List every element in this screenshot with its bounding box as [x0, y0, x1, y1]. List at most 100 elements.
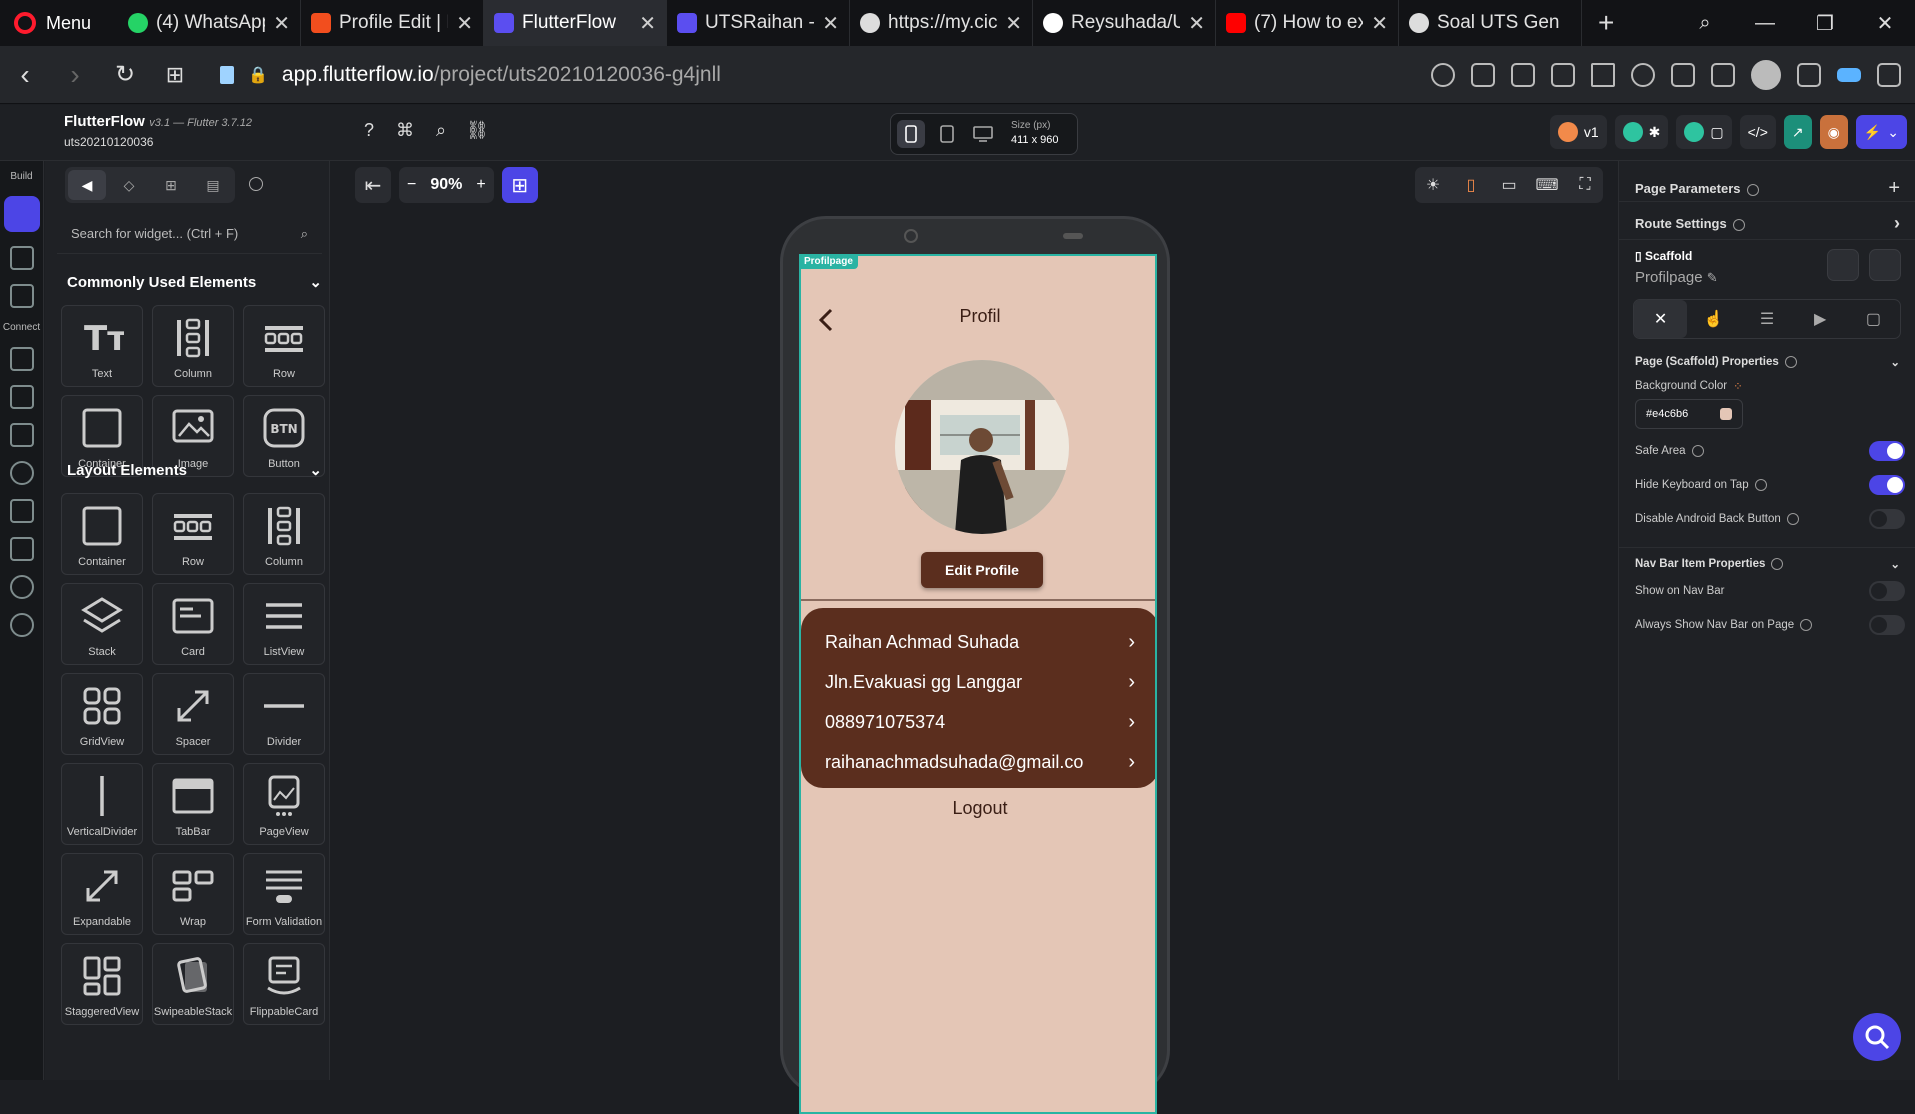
- search-tabs-icon[interactable]: ⌕: [1675, 12, 1735, 35]
- extension-icon[interactable]: [1671, 63, 1695, 87]
- shield-icon[interactable]: [1551, 63, 1575, 87]
- debug-button[interactable]: ✱: [1614, 115, 1669, 149]
- widget-tree-icon[interactable]: [9, 246, 34, 270]
- nav-bar-properties-header[interactable]: Nav Bar Item Properties ⌄: [1635, 557, 1900, 571]
- share-button[interactable]: ↗: [1783, 115, 1812, 149]
- firestore-icon[interactable]: [9, 347, 34, 371]
- desktop-device-icon[interactable]: [969, 120, 997, 148]
- link-icon[interactable]: ⛓: [466, 119, 489, 141]
- logout-button[interactable]: Logout: [801, 798, 1155, 819]
- tab-youtube[interactable]: (7) How to ex ✕: [1216, 0, 1399, 46]
- close-icon[interactable]: ✕: [1371, 11, 1388, 36]
- api-calls-icon[interactable]: [9, 385, 34, 409]
- clipboard-icon[interactable]: [220, 65, 234, 84]
- speed-dial-icon[interactable]: ⊞: [150, 62, 200, 88]
- new-tab-button[interactable]: +: [1582, 7, 1630, 39]
- tab-utsraihan[interactable]: UTSRaihan - FlutterFlow ✕: [667, 0, 850, 46]
- zoom-in-button[interactable]: +: [476, 176, 485, 194]
- page-properties-header[interactable]: Page (Scaffold) Properties ⌄: [1635, 355, 1900, 369]
- branch-button[interactable]: v1: [1549, 115, 1607, 149]
- pencil-icon[interactable]: ✎: [1707, 270, 1718, 285]
- responsive-icon[interactable]: ▭: [1499, 175, 1519, 195]
- reload-icon[interactable]: ↻: [100, 60, 150, 89]
- url-field[interactable]: 🔒 app.flutterflow.io/project/uts20210120…: [220, 63, 721, 87]
- safe-area-toggle[interactable]: [1869, 441, 1905, 461]
- tab-components[interactable]: ◇: [110, 170, 148, 200]
- storyboard-icon[interactable]: [9, 284, 34, 308]
- close-window-button[interactable]: ✕: [1855, 11, 1915, 36]
- edit-profile-button[interactable]: Edit Profile: [921, 552, 1043, 588]
- logs-icon[interactable]: [9, 537, 34, 561]
- tab-whatsapp[interactable]: (4) WhatsApp ✕: [118, 0, 301, 46]
- widget-listview[interactable]: ListView: [243, 583, 325, 665]
- widget-swipeablestack[interactable]: SwipeableStack: [152, 943, 234, 1025]
- tablet-device-icon[interactable]: [933, 120, 961, 148]
- widget-column[interactable]: Column: [152, 305, 234, 387]
- app-state-icon[interactable]: [9, 423, 34, 447]
- common-elements-header[interactable]: Commonly Used Elements ⌄: [67, 273, 322, 292]
- comments-button[interactable]: ▢: [1676, 115, 1732, 149]
- settings-gear-icon[interactable]: [9, 613, 34, 637]
- battery-icon[interactable]: [1837, 68, 1861, 82]
- widget-row[interactable]: Row: [152, 493, 234, 575]
- light-mode-icon[interactable]: ☀: [1423, 175, 1443, 195]
- widget-column[interactable]: Column: [243, 493, 325, 575]
- collapse-panel-icon[interactable]: ⇤: [355, 167, 391, 203]
- profile-avatar[interactable]: [895, 360, 1069, 534]
- widget-spacer[interactable]: Spacer: [152, 673, 234, 755]
- widget-divider[interactable]: Divider: [243, 673, 325, 755]
- layout-icon[interactable]: ⛶: [1575, 175, 1595, 195]
- forward-icon[interactable]: ›: [50, 59, 100, 91]
- close-icon[interactable]: ✕: [456, 11, 473, 36]
- hide-keyboard-toggle[interactable]: [1869, 475, 1905, 495]
- preview-button[interactable]: ◉: [1819, 115, 1848, 149]
- add-widget-icon[interactable]: ⊞: [501, 167, 538, 203]
- tab-backend-query-icon[interactable]: ☰: [1740, 300, 1793, 338]
- duplicate-icon[interactable]: [1827, 249, 1859, 281]
- bg-color-input[interactable]: #e4c6b6: [1635, 399, 1743, 429]
- add-icon[interactable]: +: [1888, 177, 1900, 200]
- profile-avatar-icon[interactable]: [1751, 60, 1781, 90]
- widget-tabbar[interactable]: TabBar: [152, 763, 234, 845]
- tab-github[interactable]: Reysuhada/U ✕: [1033, 0, 1216, 46]
- help-chat-button[interactable]: [1853, 1013, 1901, 1061]
- camera-icon[interactable]: [1511, 63, 1535, 87]
- theme-icon[interactable]: [9, 575, 34, 599]
- help-icon[interactable]: ?: [358, 119, 380, 141]
- widget-gridview[interactable]: GridView: [61, 673, 143, 755]
- widget-flippablecard[interactable]: FlippableCard: [243, 943, 325, 1025]
- widget-pageview[interactable]: PageView: [243, 763, 325, 845]
- command-icon[interactable]: ⌘: [394, 119, 416, 141]
- widget-card[interactable]: Card: [152, 583, 234, 665]
- tab-figma[interactable]: Profile Edit | Figma ✕: [301, 0, 484, 46]
- phone-frame-icon[interactable]: ▯: [1461, 175, 1481, 195]
- widget-expandable[interactable]: Expandable: [61, 853, 143, 935]
- route-settings-header[interactable]: Route Settings ›: [1635, 213, 1900, 234]
- close-icon[interactable]: ✕: [1005, 11, 1022, 36]
- widget-palette-icon[interactable]: [3, 196, 40, 232]
- close-icon[interactable]: ✕: [822, 11, 839, 36]
- tab-flutterflow[interactable]: FlutterFlow ✕: [484, 0, 667, 46]
- widget-wrap[interactable]: Wrap: [152, 853, 234, 935]
- widget-container[interactable]: Container: [61, 493, 143, 575]
- color-picker-icon[interactable]: ⁘: [1733, 379, 1743, 393]
- tab-animations-icon[interactable]: ▶: [1794, 300, 1847, 338]
- widget-form-validation[interactable]: Form Validation: [243, 853, 325, 935]
- tab-actions-icon[interactable]: ☝: [1687, 300, 1740, 338]
- keyboard-icon[interactable]: ⌨: [1535, 175, 1558, 195]
- show-nav-toggle[interactable]: [1869, 581, 1905, 601]
- download-icon[interactable]: [1797, 63, 1821, 87]
- widget-text[interactable]: Tт Text: [61, 305, 143, 387]
- phone-device-icon[interactable]: [897, 120, 925, 148]
- tab-flutter-widgets[interactable]: ◀: [68, 170, 106, 200]
- profile-row-address[interactable]: Jln.Evakuasi gg Langgar ›: [825, 662, 1135, 702]
- phone-screen[interactable]: Profilpage Profil Edit Profile Raihan Ac…: [799, 254, 1157, 1114]
- maximize-button[interactable]: ❐: [1795, 11, 1855, 36]
- send-icon[interactable]: [1591, 63, 1615, 87]
- back-icon[interactable]: ‹: [0, 59, 50, 91]
- tab-soal-uts[interactable]: Soal UTS Gen: [1399, 0, 1582, 46]
- tab-state-icon[interactable]: ▢: [1847, 300, 1900, 338]
- close-icon[interactable]: ✕: [1188, 11, 1205, 36]
- disable-back-toggle[interactable]: [1869, 509, 1905, 529]
- lock-icon[interactable]: 🔒: [248, 65, 268, 85]
